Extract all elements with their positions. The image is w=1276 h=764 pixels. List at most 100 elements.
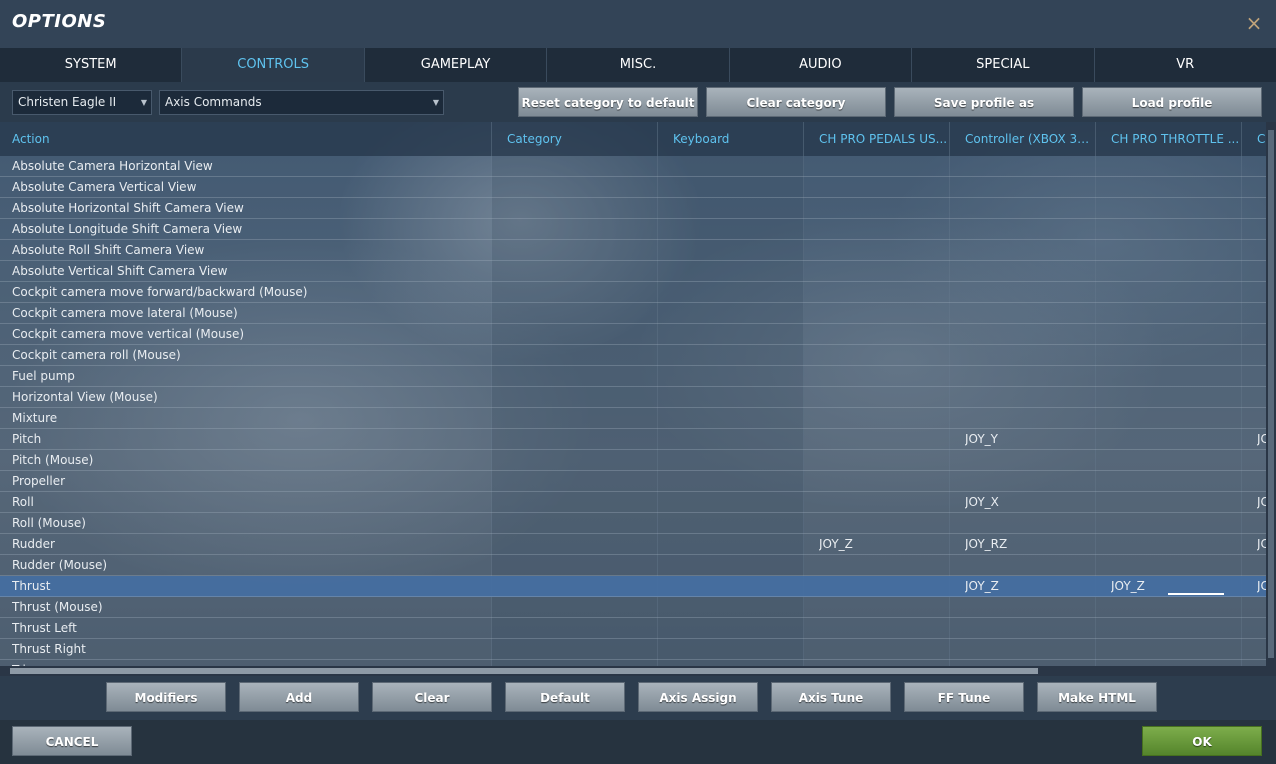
- table-cell[interactable]: [1111, 198, 1231, 218]
- table-cell[interactable]: [965, 555, 1085, 575]
- make-html-button[interactable]: Make HTML: [1037, 682, 1157, 712]
- table-row[interactable]: Roll JOY_X JC: [0, 492, 1266, 513]
- table-cell[interactable]: [673, 156, 793, 176]
- table-cell[interactable]: [1257, 303, 1266, 323]
- table-cell[interactable]: [819, 177, 939, 197]
- table-cell[interactable]: [819, 261, 939, 281]
- table-row[interactable]: Cockpit camera move vertical (Mouse): [0, 324, 1266, 345]
- table-cell[interactable]: [673, 261, 793, 281]
- tab-gameplay[interactable]: GAMEPLAY: [365, 48, 548, 82]
- table-cell[interactable]: [1257, 597, 1266, 617]
- table-cell[interactable]: [673, 450, 793, 470]
- category-select[interactable]: Axis Commands ▼: [159, 90, 444, 115]
- table-cell[interactable]: [819, 198, 939, 218]
- table-cell[interactable]: [1111, 429, 1231, 449]
- table-cell[interactable]: [819, 219, 939, 239]
- table-cell[interactable]: JOY_X: [965, 492, 1085, 512]
- table-row[interactable]: Pitch JOY_Y JC: [0, 429, 1266, 450]
- table-cell[interactable]: [819, 282, 939, 302]
- table-cell[interactable]: [1111, 408, 1231, 428]
- table-cell[interactable]: [673, 555, 793, 575]
- table-cell[interactable]: [819, 618, 939, 638]
- axis-assign-button[interactable]: Axis Assign: [638, 682, 758, 712]
- table-cell[interactable]: [819, 597, 939, 617]
- table-cell[interactable]: [965, 366, 1085, 386]
- tab-system[interactable]: SYSTEM: [0, 48, 183, 82]
- table-cell[interactable]: [819, 240, 939, 260]
- clear-button[interactable]: Clear: [372, 682, 492, 712]
- table-cell[interactable]: [1111, 366, 1231, 386]
- table-cell[interactable]: [673, 198, 793, 218]
- table-cell[interactable]: [1111, 282, 1231, 302]
- table-cell[interactable]: [1111, 177, 1231, 197]
- table-cell[interactable]: [673, 387, 793, 407]
- table-cell[interactable]: [673, 639, 793, 659]
- tab-vr[interactable]: VR: [1095, 48, 1276, 82]
- table-cell[interactable]: [507, 513, 647, 533]
- table-cell[interactable]: [819, 471, 939, 491]
- table-cell[interactable]: [819, 303, 939, 323]
- table-cell[interactable]: [507, 597, 647, 617]
- aircraft-select[interactable]: Christen Eagle II ▼: [12, 90, 152, 115]
- table-cell[interactable]: [1257, 240, 1266, 260]
- table-cell[interactable]: JC: [1257, 429, 1266, 449]
- table-row[interactable]: Pitch (Mouse): [0, 450, 1266, 471]
- table-cell[interactable]: [673, 177, 793, 197]
- table-cell[interactable]: [965, 261, 1085, 281]
- table-row[interactable]: Thrust Right: [0, 639, 1266, 660]
- table-cell[interactable]: [673, 408, 793, 428]
- table-cell[interactable]: JOY_Z: [819, 534, 939, 554]
- table-cell[interactable]: JC: [1257, 492, 1266, 512]
- table-cell[interactable]: [673, 324, 793, 344]
- table-cell[interactable]: [1257, 387, 1266, 407]
- header-throttle[interactable]: CH PRO THROTTLE ...: [1096, 122, 1242, 156]
- table-cell[interactable]: [965, 324, 1085, 344]
- table-cell[interactable]: [507, 261, 647, 281]
- table-cell[interactable]: [673, 513, 793, 533]
- table-cell[interactable]: [1111, 261, 1231, 281]
- tab-special[interactable]: SPECIAL: [912, 48, 1095, 82]
- table-cell[interactable]: JOY_Y: [965, 429, 1085, 449]
- table-cell[interactable]: [673, 534, 793, 554]
- table-cell[interactable]: [965, 639, 1085, 659]
- reset-category-button[interactable]: Reset category to default: [518, 87, 698, 117]
- table-cell[interactable]: JC: [1257, 576, 1266, 596]
- table-cell[interactable]: [507, 198, 647, 218]
- header-xbox[interactable]: Controller (XBOX 36...: [950, 122, 1096, 156]
- table-cell[interactable]: [673, 219, 793, 239]
- table-cell[interactable]: [965, 303, 1085, 323]
- table-cell[interactable]: JC: [1257, 534, 1266, 554]
- table-cell[interactable]: [965, 240, 1085, 260]
- horizontal-scroll-thumb[interactable]: [10, 668, 1038, 674]
- table-cell[interactable]: [1111, 513, 1231, 533]
- table-cell[interactable]: [1111, 597, 1231, 617]
- table-cell[interactable]: [965, 450, 1085, 470]
- table-cell[interactable]: [1111, 492, 1231, 512]
- table-cell[interactable]: [507, 387, 647, 407]
- table-cell[interactable]: [507, 177, 647, 197]
- table-cell[interactable]: [819, 492, 939, 512]
- table-cell[interactable]: [507, 639, 647, 659]
- table-cell[interactable]: [1257, 618, 1266, 638]
- header-keyboard[interactable]: Keyboard: [658, 122, 804, 156]
- table-cell[interactable]: [965, 387, 1085, 407]
- table-cell[interactable]: [1257, 324, 1266, 344]
- close-icon[interactable]: ×: [1244, 12, 1264, 34]
- table-row[interactable]: Thrust Left: [0, 618, 1266, 639]
- table-cell[interactable]: [673, 492, 793, 512]
- table-cell[interactable]: JOY_RZ: [965, 534, 1085, 554]
- table-cell[interactable]: [1111, 324, 1231, 344]
- ok-button[interactable]: OK: [1142, 726, 1262, 756]
- table-cell[interactable]: [965, 219, 1085, 239]
- table-cell[interactable]: [507, 240, 647, 260]
- table-cell[interactable]: [819, 366, 939, 386]
- table-cell[interactable]: [965, 177, 1085, 197]
- table-row[interactable]: Rudder JOY_Z JOY_RZ JC: [0, 534, 1266, 555]
- vertical-scroll-thumb[interactable]: [1268, 130, 1274, 658]
- table-cell[interactable]: [673, 429, 793, 449]
- table-cell[interactable]: [507, 345, 647, 365]
- table-cell[interactable]: [507, 219, 647, 239]
- table-cell[interactable]: [965, 513, 1085, 533]
- table-cell[interactable]: [1111, 303, 1231, 323]
- header-extra[interactable]: C: [1242, 122, 1266, 156]
